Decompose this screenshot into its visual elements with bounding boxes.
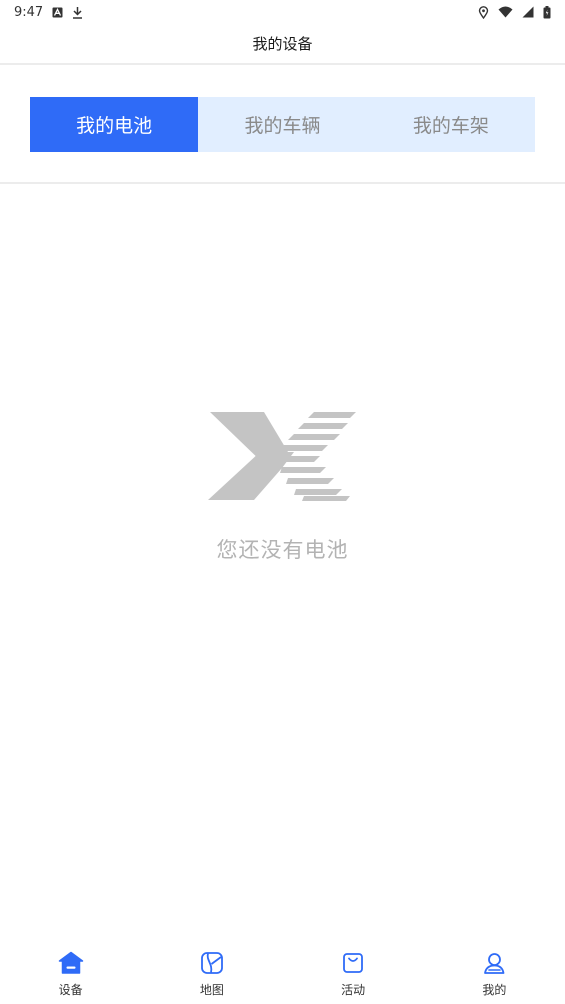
nav-label: 我的: [482, 983, 507, 997]
bag-icon: [340, 950, 366, 976]
tab-section: 我的电池 我的车辆 我的车架: [0, 66, 565, 184]
nav-item-devices[interactable]: 设备: [31, 940, 111, 998]
empty-state: 您还没有电池: [0, 408, 565, 564]
device-tab-bar: 我的电池 我的车辆 我的车架: [30, 97, 535, 152]
status-left: 9:47: [14, 5, 83, 20]
page-title: 我的设备: [252, 35, 313, 53]
empty-message: 您还没有电池: [216, 538, 349, 562]
tab-my-frame[interactable]: 我的车架: [367, 97, 535, 152]
status-time: 9:47: [14, 4, 44, 20]
wifi-icon: [498, 6, 513, 18]
map-icon: [199, 950, 225, 976]
nav-item-mine[interactable]: 我的: [454, 940, 534, 998]
app-header: 我的设备: [0, 24, 565, 65]
tab-my-battery[interactable]: 我的电池: [30, 97, 199, 152]
nav-item-map[interactable]: 地图: [172, 940, 252, 998]
home-icon: [58, 950, 84, 976]
brand-logo-icon: [207, 412, 356, 501]
status-bar: 9:47: [0, 0, 565, 24]
status-right: [478, 5, 551, 19]
tab-label: 我的车架: [412, 115, 489, 137]
battery-icon: [543, 5, 551, 19]
nav-label: 活动: [341, 983, 366, 997]
user-icon: [481, 950, 507, 976]
location-icon: [478, 5, 489, 19]
nav-label: 地图: [199, 983, 224, 997]
tab-label: 我的车辆: [244, 115, 321, 137]
nav-item-activity[interactable]: 活动: [313, 940, 393, 998]
tab-label: 我的电池: [76, 115, 153, 137]
bottom-nav: 设备 地图 活动 我的: [0, 940, 565, 1004]
my-devices-screen: 9:47 我的设备 我的电池 我的车辆 我的车架 您还没有电池 设备 地图 活动…: [0, 0, 565, 1004]
nav-label: 设备: [58, 983, 83, 997]
download-icon: [72, 6, 83, 19]
notification-a-icon: [52, 7, 63, 18]
signal-icon: [522, 6, 534, 18]
tab-my-vehicle[interactable]: 我的车辆: [198, 97, 366, 152]
